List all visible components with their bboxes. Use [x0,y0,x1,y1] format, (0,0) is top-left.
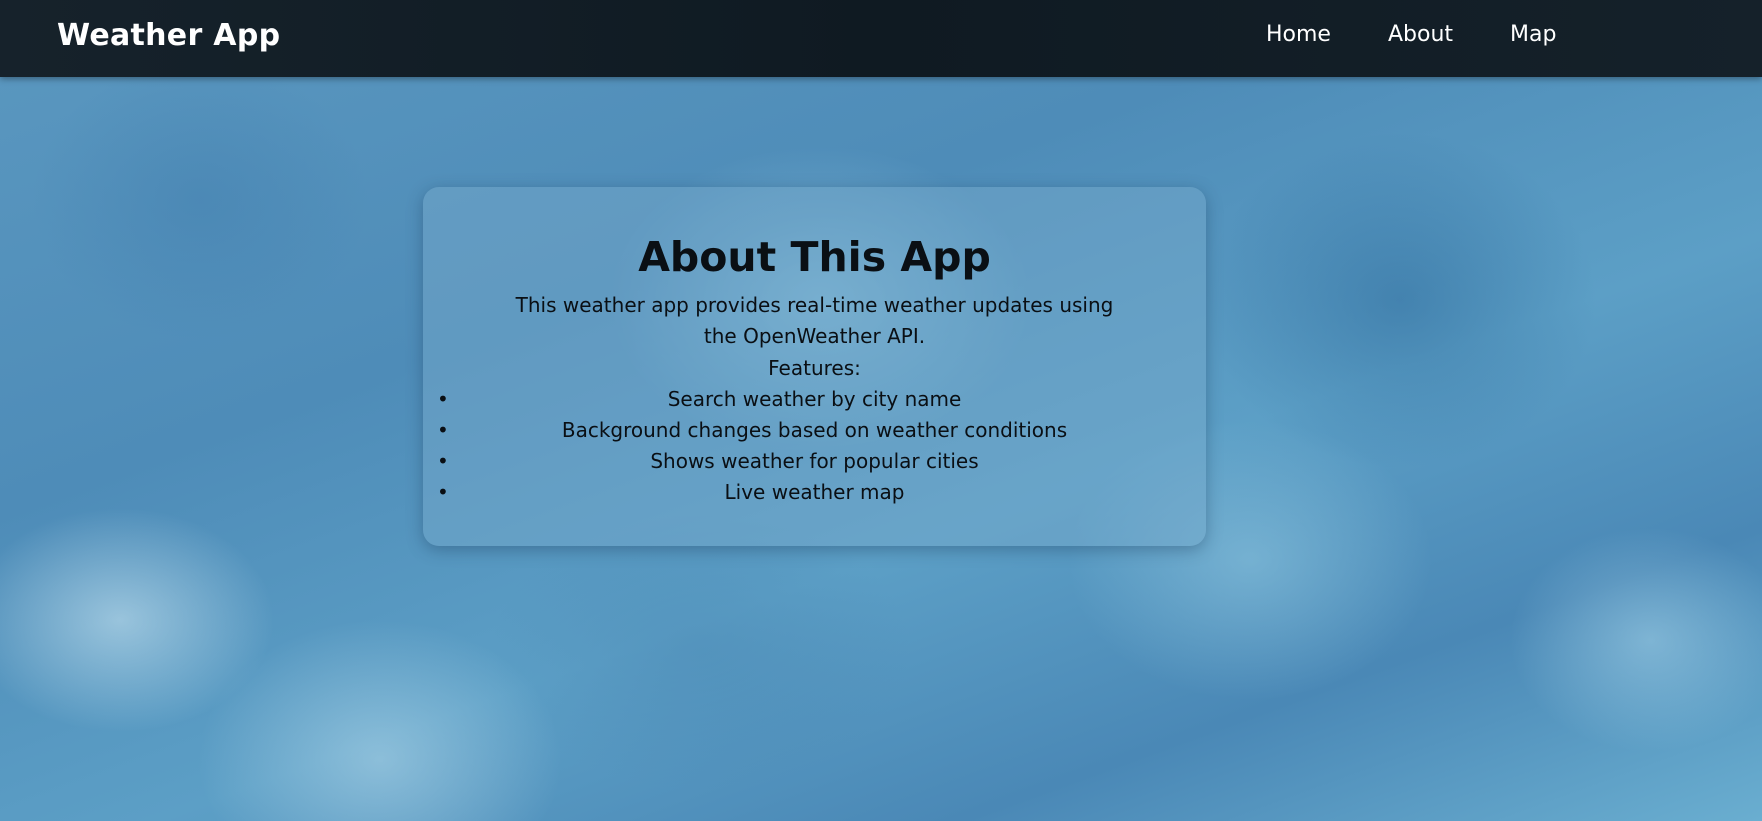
about-card: About This App This weather app provides… [423,187,1206,546]
feature-text: Background changes based on weather cond… [561,418,1068,442]
nav-link-about[interactable]: About [1388,22,1453,47]
about-description: This weather app provides real-time weat… [515,293,1114,348]
feature-item: • Shows weather for popular cities [423,446,1206,477]
about-title: About This App [638,233,991,281]
feature-text: Shows weather for popular cities [650,449,979,473]
feature-text: Live weather map [724,480,905,504]
nav-link-map[interactable]: Map [1510,22,1556,47]
nav-link-home[interactable]: Home [1266,22,1331,47]
feature-item: • Background changes based on weather co… [423,415,1206,446]
feature-list: • Search weather by city name • Backgrou… [423,384,1206,508]
feature-text: Search weather by city name [667,387,962,411]
feature-item: • Search weather by city name [423,384,1206,415]
features-label: Features: [768,356,861,380]
nav-links: Home About Map [1266,22,1613,47]
bullet-icon: • [437,418,449,442]
feature-item: • Live weather map [423,477,1206,508]
app-brand[interactable]: Weather App [57,18,280,53]
navbar: Weather App Home About Map [0,0,1762,77]
bullet-icon: • [437,480,449,504]
bullet-icon: • [437,449,449,473]
bullet-icon: • [437,387,449,411]
